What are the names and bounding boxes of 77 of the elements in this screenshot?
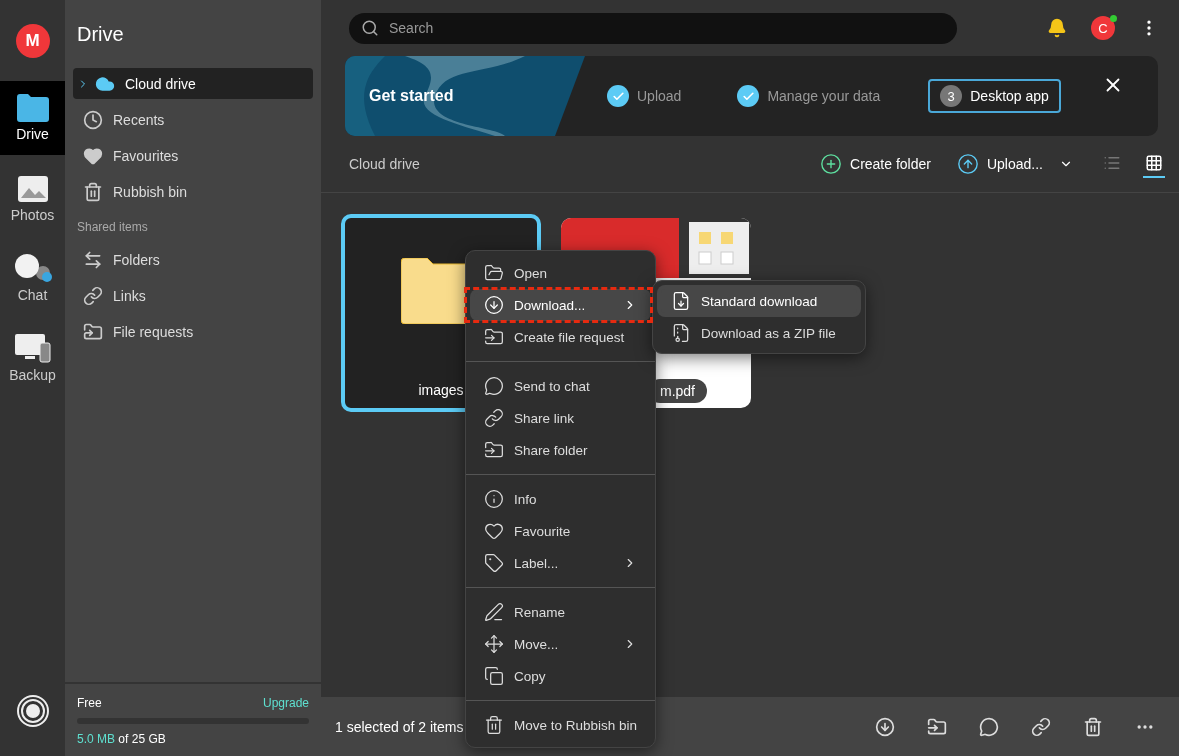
copy-icon xyxy=(484,666,504,686)
setup-step[interactable]: Manage your data xyxy=(725,79,893,113)
menu-item[interactable]: Copy xyxy=(474,664,647,688)
menu-item[interactable]: Move... xyxy=(474,632,647,656)
chat-icon xyxy=(484,376,504,396)
photo-icon xyxy=(16,173,49,203)
folder-icon xyxy=(16,94,49,122)
download-icon xyxy=(484,295,504,315)
sidebar-item[interactable]: File requests xyxy=(73,316,313,347)
sidebar-item[interactable]: Cloud drive xyxy=(73,68,313,99)
setup-step[interactable]: 3 Desktop app xyxy=(928,79,1061,113)
rail-tab[interactable]: Chat xyxy=(0,241,65,315)
create-folder-button[interactable]: Create folder xyxy=(812,153,939,175)
app-logo[interactable]: M xyxy=(15,24,50,58)
grid-icon xyxy=(1145,154,1163,172)
trash-icon[interactable] xyxy=(1083,716,1103,737)
selection-count: 1 selected of 2 items xyxy=(335,718,464,735)
transfers-icon[interactable] xyxy=(15,694,50,728)
menu-item[interactable]: Label... xyxy=(474,551,647,575)
file-name: images xyxy=(418,382,464,398)
trash-icon xyxy=(484,715,504,735)
avatar[interactable]: C xyxy=(1091,16,1115,40)
status-dot xyxy=(1110,15,1117,22)
info-icon xyxy=(484,489,504,509)
devices-icon xyxy=(13,333,52,363)
link-icon xyxy=(83,285,103,306)
menu-item[interactable]: Info xyxy=(474,487,647,511)
download-icon[interactable] xyxy=(875,716,895,737)
sidebar-item[interactable]: Rubbish bin xyxy=(73,176,313,207)
setup-step[interactable]: Upload xyxy=(595,79,694,113)
check-icon xyxy=(737,85,760,107)
sidebar-item[interactable]: Recents xyxy=(73,104,313,135)
upload-icon xyxy=(956,153,979,175)
link-icon xyxy=(484,408,504,428)
bell-icon[interactable] xyxy=(1047,18,1067,38)
share-folder-icon[interactable] xyxy=(927,716,947,737)
move-icon xyxy=(484,634,504,654)
chat-bubble-icon xyxy=(12,253,53,283)
menu-item[interactable]: Favourite xyxy=(474,519,647,543)
request-icon xyxy=(484,327,504,347)
sidebar-item[interactable]: Links xyxy=(73,280,313,311)
download-icon xyxy=(671,291,691,311)
check-icon xyxy=(607,85,629,107)
banner-title: Get started xyxy=(369,87,454,105)
menu-item[interactable]: Move to Rubbish bin xyxy=(474,713,647,737)
heart-icon xyxy=(83,145,103,166)
chat-icon[interactable] xyxy=(979,716,999,737)
pencil-icon xyxy=(484,602,504,622)
link-icon[interactable] xyxy=(1031,716,1051,737)
rail-tab[interactable]: Drive xyxy=(0,81,65,155)
storage-usage: 5.0 MB of 25 GB xyxy=(77,732,166,746)
step-number: 3 xyxy=(940,85,963,107)
plan-label: Free xyxy=(77,696,102,710)
menu-item[interactable]: Share folder xyxy=(474,438,647,462)
rail-tab[interactable]: Photos xyxy=(0,161,65,235)
zip-file-icon xyxy=(671,323,691,343)
section-heading: Shared items xyxy=(76,219,149,236)
clock-icon xyxy=(83,109,103,130)
upgrade-link[interactable]: Upgrade xyxy=(262,696,309,710)
upload-button[interactable]: Upload... xyxy=(948,153,1081,175)
search-field[interactable]: Search xyxy=(349,12,957,44)
folder-icon xyxy=(484,263,504,283)
search-icon xyxy=(361,19,379,37)
sidebar-item[interactable]: Favourites xyxy=(73,140,313,171)
breadcrumb: Cloud drive xyxy=(349,156,420,172)
menu-item[interactable]: Rename xyxy=(474,600,647,624)
plus-icon xyxy=(820,153,842,175)
menu-item[interactable]: Download as a ZIP file xyxy=(661,321,857,345)
heart-icon xyxy=(484,521,504,541)
trash-icon xyxy=(83,181,103,202)
sidebar-item[interactable]: Folders xyxy=(73,244,313,275)
sidebar-title: Drive xyxy=(76,22,125,47)
folder-request-icon xyxy=(83,321,103,342)
share-folder-icon xyxy=(484,440,504,460)
rail-tab[interactable]: Backup xyxy=(0,321,65,395)
tag-icon xyxy=(484,553,504,573)
list-icon xyxy=(1103,154,1121,172)
